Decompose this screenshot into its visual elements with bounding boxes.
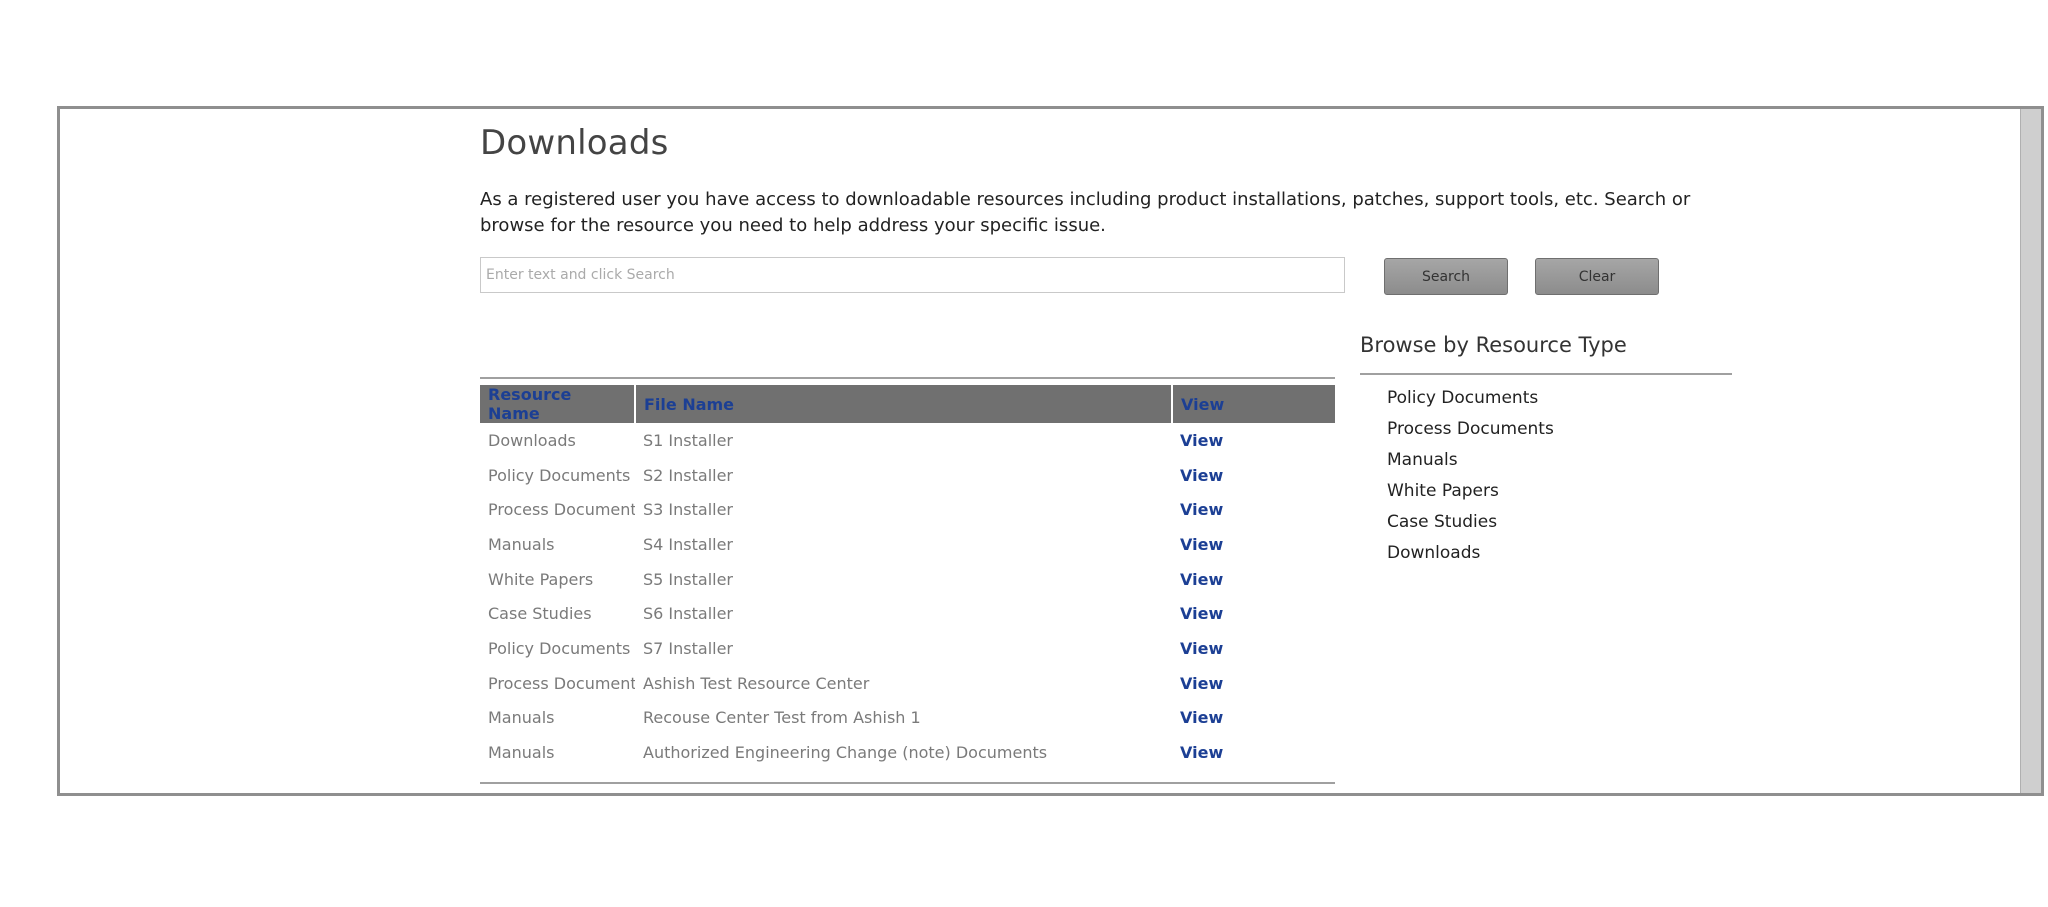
- cell-view: View: [1172, 666, 1335, 701]
- cell-view: View: [1172, 458, 1335, 493]
- browse-item[interactable]: Case Studies: [1387, 507, 1554, 538]
- cell-file-name: S6 Installer: [643, 604, 734, 624]
- cell-file-name: S2 Installer: [643, 465, 734, 485]
- cell-file-name: Recouse Center Test from Ashish 1: [643, 708, 921, 728]
- cell-view: View: [1172, 701, 1335, 736]
- cell-file-name: S3 Installer: [643, 500, 734, 520]
- column-header-resource-name[interactable]: Resource Name: [480, 385, 636, 423]
- cell-view: View: [1172, 631, 1335, 666]
- view-link[interactable]: View: [1180, 500, 1223, 519]
- view-link[interactable]: View: [1180, 604, 1223, 623]
- sort-view-link[interactable]: View: [1181, 395, 1224, 414]
- browse-list: Policy Documents Process Documents Manuals…: [1387, 383, 1554, 569]
- view-link[interactable]: View: [1180, 674, 1223, 693]
- table-row: Process Documents S3 Installer View: [480, 492, 1335, 527]
- cell-file-name: S4 Installer: [643, 534, 734, 554]
- search-button[interactable]: Search: [1384, 258, 1508, 295]
- cell-file-name: S7 Installer: [643, 638, 734, 658]
- browse-item[interactable]: Process Documents: [1387, 414, 1554, 445]
- view-link[interactable]: View: [1180, 639, 1223, 658]
- cell-resource-name: Downloads: [488, 430, 576, 450]
- cell-file-name: S1 Installer: [643, 430, 734, 450]
- cell-resource-name: Manuals: [488, 708, 555, 728]
- table-row: Manuals Recouse Center Test from Ashish 1…: [480, 701, 1335, 736]
- view-link[interactable]: View: [1180, 466, 1223, 485]
- cell-file-name: S5 Installer: [643, 569, 734, 589]
- cell-view: View: [1172, 492, 1335, 527]
- view-link[interactable]: View: [1180, 743, 1223, 762]
- browse-item[interactable]: Policy Documents: [1387, 383, 1554, 414]
- browse-item[interactable]: Downloads: [1387, 538, 1554, 569]
- table-header-row: Resource Name File Name View: [480, 385, 1335, 423]
- table-row: White Papers S5 Installer View: [480, 562, 1335, 597]
- sort-file-name-link[interactable]: File Name: [644, 395, 734, 414]
- view-link[interactable]: View: [1180, 431, 1223, 450]
- page-title: Downloads: [480, 123, 669, 163]
- table-row: Downloads S1 Installer View: [480, 423, 1335, 458]
- column-header-view[interactable]: View: [1172, 385, 1335, 423]
- cell-view: View: [1172, 735, 1335, 770]
- column-header-file-name[interactable]: File Name: [635, 385, 1173, 423]
- browse-item[interactable]: Manuals: [1387, 445, 1554, 476]
- clear-button[interactable]: Clear: [1535, 258, 1659, 295]
- cell-resource-name: Process Documents: [488, 673, 635, 693]
- main-content: Downloads As a registered user you have …: [480, 109, 1740, 793]
- table-row: Manuals Authorized Engineering Change (no…: [480, 735, 1335, 770]
- table-bottom-divider: [480, 782, 1335, 784]
- cell-view: View: [1172, 562, 1335, 597]
- cell-resource-name: Policy Documents: [488, 638, 631, 658]
- vertical-scrollbar[interactable]: [2020, 109, 2041, 793]
- cell-file-name: Ashish Test Resource Center: [643, 673, 870, 693]
- browser-frame: Downloads As a registered user you have …: [57, 106, 2044, 796]
- cell-resource-name: Case Studies: [488, 604, 592, 624]
- browse-title: Browse by Resource Type: [1360, 333, 1627, 357]
- cell-view: View: [1172, 596, 1335, 631]
- cell-resource-name: White Papers: [488, 569, 594, 589]
- intro-text: As a registered user you have access to …: [480, 189, 1691, 236]
- table-row: Policy Documents S2 Installer View: [480, 458, 1335, 493]
- cell-file-name: Authorized Engineering Change (note) Doc…: [643, 743, 1048, 763]
- table-top-divider: [480, 377, 1335, 379]
- cell-resource-name: Process Documents: [488, 500, 635, 520]
- cell-resource-name: Manuals: [488, 534, 555, 554]
- table-row: Manuals S4 Installer View: [480, 527, 1335, 562]
- table-row: Case Studies S6 Installer View: [480, 596, 1335, 631]
- view-link[interactable]: View: [1180, 570, 1223, 589]
- browse-item[interactable]: White Papers: [1387, 476, 1554, 507]
- cell-resource-name: Policy Documents: [488, 465, 631, 485]
- view-link[interactable]: View: [1180, 708, 1223, 727]
- cell-view: View: [1172, 423, 1335, 458]
- cell-resource-name: Manuals: [488, 743, 555, 763]
- table-row: Policy Documents S7 Installer View: [480, 631, 1335, 666]
- table-body: Downloads S1 Installer View Policy Document…: [480, 423, 1335, 770]
- view-link[interactable]: View: [1180, 535, 1223, 554]
- search-input[interactable]: [480, 257, 1345, 293]
- cell-view: View: [1172, 527, 1335, 562]
- resources-table: Resource Name File Name View Downloads S1…: [480, 385, 1335, 770]
- browse-divider: [1360, 373, 1732, 375]
- table-row: Process Documents Ashish Test Resource Ce…: [480, 666, 1335, 701]
- sort-resource-name-link[interactable]: Resource Name: [488, 385, 571, 423]
